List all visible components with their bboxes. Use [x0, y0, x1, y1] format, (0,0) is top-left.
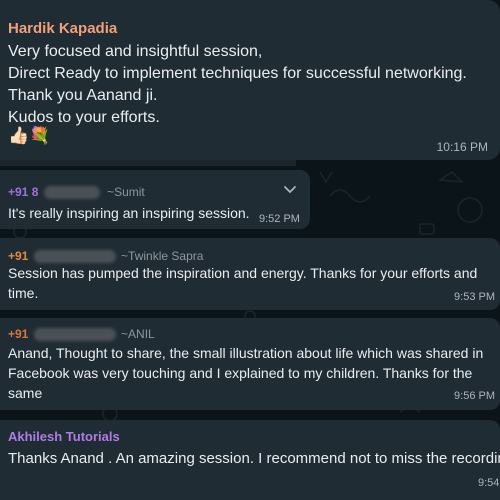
message-bubble[interactable]: +91 8 ~Sumit It's really inspiring an in…: [0, 170, 310, 229]
message-time: 9:53 PM: [454, 291, 495, 303]
sender-name[interactable]: +91 ~ANIL: [8, 327, 155, 342]
message-time: 10:16 PM: [436, 140, 488, 154]
sender-name[interactable]: Hardik Kapadia: [8, 20, 117, 37]
sender-alias: ~Sumit: [107, 185, 145, 199]
sender-phone: +91 8: [8, 185, 39, 199]
sender-name[interactable]: Akhilesh Tutorials: [8, 429, 120, 444]
message-text: Very focused and insightful session, Dir…: [8, 43, 467, 126]
message-bubble[interactable]: +91 ~Twinkle Sapra Session has pumped th…: [0, 238, 500, 310]
sender-alias: ~Twinkle Sapra: [121, 249, 204, 263]
emoji-reaction: 👍🏻💐: [8, 126, 51, 145]
message-time: 9:54: [478, 477, 500, 489]
message-divider: [0, 160, 296, 166]
sender-alias: ~ANIL: [121, 327, 155, 341]
sender-name[interactable]: +91 ~Twinkle Sapra: [8, 249, 204, 264]
chat-window: Hardik Kapadia Very focused and insightf…: [0, 0, 500, 500]
sender-phone: +91: [8, 249, 29, 263]
message-time: 9:52 PM: [259, 213, 300, 225]
sender-name[interactable]: +91 8 ~Sumit: [8, 185, 145, 200]
redacted-number: [43, 186, 100, 200]
redacted-number: [33, 328, 116, 342]
chevron-down-icon[interactable]: [283, 183, 297, 197]
message-bubble[interactable]: Akhilesh Tutorials Thanks Anand . An ama…: [0, 420, 500, 500]
message-bubble[interactable]: Hardik Kapadia Very focused and insightf…: [0, 0, 500, 160]
message-bubble[interactable]: +91 ~ANIL Anand, Thought to share, the s…: [0, 318, 500, 410]
sender-phone: +91: [8, 327, 29, 341]
message-text: It's really inspiring an inspiring sessi…: [8, 205, 250, 221]
message-text: Thanks Anand . An amazing session. I rec…: [8, 450, 500, 467]
redacted-number: [33, 250, 116, 264]
message-text: Session has pumped the inspiration and e…: [8, 265, 478, 301]
message-time: 9:56 PM: [454, 390, 495, 402]
message-text: Anand, Thought to share, the small illus…: [8, 345, 484, 401]
